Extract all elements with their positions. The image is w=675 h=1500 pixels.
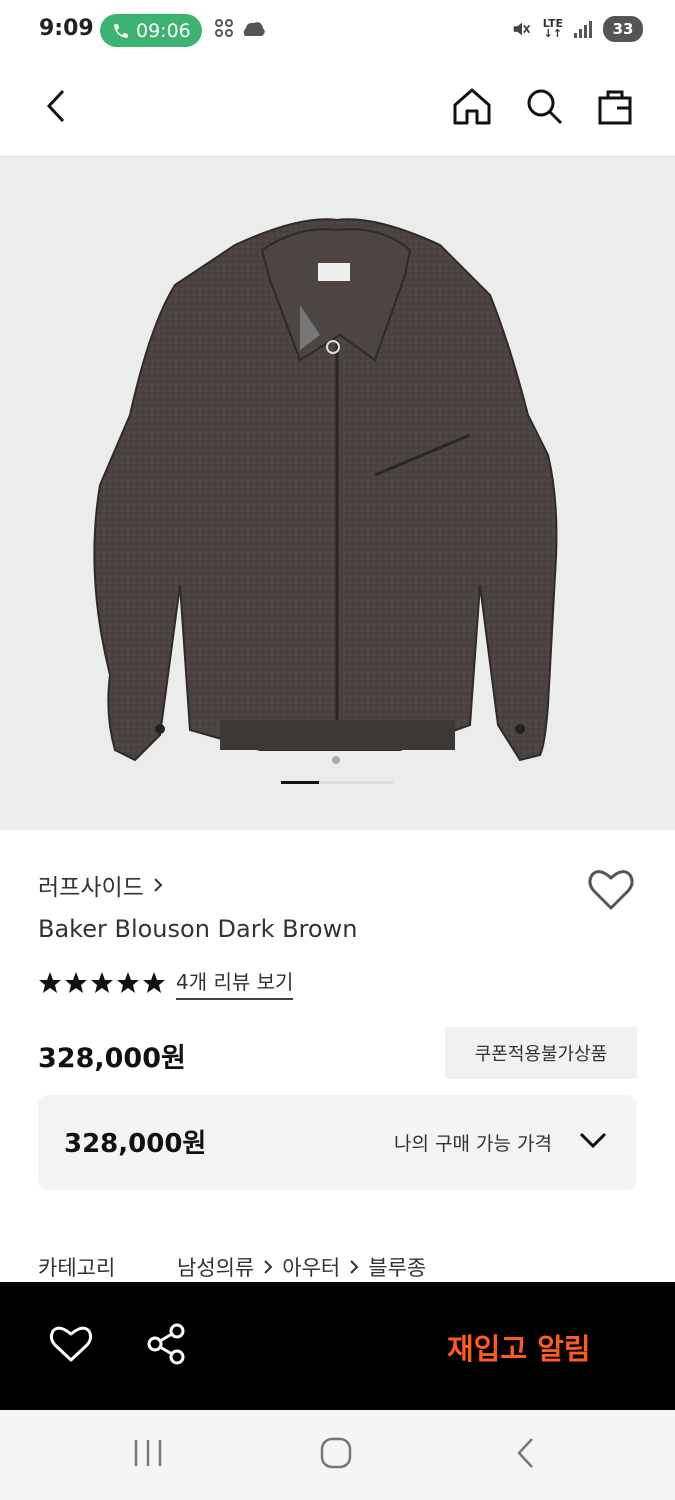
brand-link[interactable]: 러프사이드 [38, 868, 164, 902]
share-icon [147, 1323, 185, 1365]
shopping-bag-icon [598, 90, 632, 125]
home-button[interactable] [448, 82, 496, 130]
cloud-notification-icon [243, 22, 265, 36]
star-icon [39, 972, 61, 993]
search-button[interactable] [520, 82, 568, 130]
star-icon [91, 972, 113, 993]
phone-icon [114, 23, 128, 38]
wishlist-button[interactable] [586, 866, 636, 912]
star-icon [117, 972, 139, 993]
back-arrow-icon [46, 89, 65, 123]
chevron-down-icon [579, 1132, 607, 1149]
coupon-badge: 쿠폰적용불가상품 [445, 1027, 637, 1079]
status-time: 9:09 [39, 16, 94, 41]
product-name: Baker Blouson Dark Brown [38, 915, 358, 943]
rating-row: 4개 리뷰 보기 [38, 966, 294, 1000]
mute-icon [513, 22, 530, 36]
back-button[interactable] [32, 82, 80, 130]
category-link[interactable]: 블루종 [368, 1252, 426, 1282]
review-link[interactable]: 4개 리뷰 보기 [176, 966, 294, 1000]
category-link[interactable]: 아우터 [282, 1252, 340, 1282]
jacket-image [93, 218, 558, 764]
image-indicator-active [281, 781, 319, 784]
product-image[interactable] [0, 155, 675, 830]
chevron-right-icon [348, 1258, 360, 1276]
battery-indicator: 33 [603, 16, 643, 42]
search-icon [527, 89, 563, 125]
product-price: 328,000원 [38, 1043, 186, 1074]
heart-outline-icon [49, 1326, 93, 1362]
category-label: 카테고리 [38, 1256, 116, 1280]
wishlist-button[interactable] [47, 1322, 95, 1370]
rating-stars [38, 971, 166, 995]
my-price-label: 나의 구매 가능 가격 [394, 1133, 552, 1155]
call-duration: 09:06 [136, 19, 191, 42]
chevron-right-icon [262, 1258, 274, 1276]
recent-apps-icon[interactable] [131, 1435, 165, 1471]
top-navigation [0, 62, 675, 154]
home-nav-icon[interactable] [318, 1435, 354, 1471]
image-indicator-track [319, 781, 393, 784]
category-row: 카테고리 남성의류 아우터 블루종 [38, 1252, 426, 1282]
brand-name: 러프사이드 [38, 875, 144, 901]
star-icon [65, 972, 87, 993]
my-price-value: 328,000원 [64, 1129, 207, 1159]
status-bar: 9:09 09:06 LTE ↓↑ 33 [0, 0, 675, 62]
signal-icon [574, 21, 592, 38]
star-icon [143, 972, 165, 993]
network-type-label: LTE ↓↑ [542, 17, 563, 40]
category-link[interactable]: 남성의류 [177, 1252, 254, 1282]
share-button[interactable] [144, 1322, 192, 1370]
app-notification-icon [215, 19, 233, 37]
home-icon [453, 88, 491, 125]
ongoing-call-pill[interactable]: 09:06 [100, 14, 202, 47]
my-price-dropdown[interactable]: 328,000원 나의 구매 가능 가격 [38, 1095, 637, 1190]
heart-outline-icon [588, 870, 634, 910]
restock-alert-button[interactable]: 재입고 알림 [447, 1326, 591, 1368]
back-nav-icon[interactable] [512, 1435, 540, 1471]
chevron-right-icon [154, 878, 163, 892]
bottom-action-bar: 재입고 알림 [0, 1282, 675, 1410]
cart-button[interactable] [591, 82, 639, 130]
system-navigation-bar [0, 1410, 675, 1500]
